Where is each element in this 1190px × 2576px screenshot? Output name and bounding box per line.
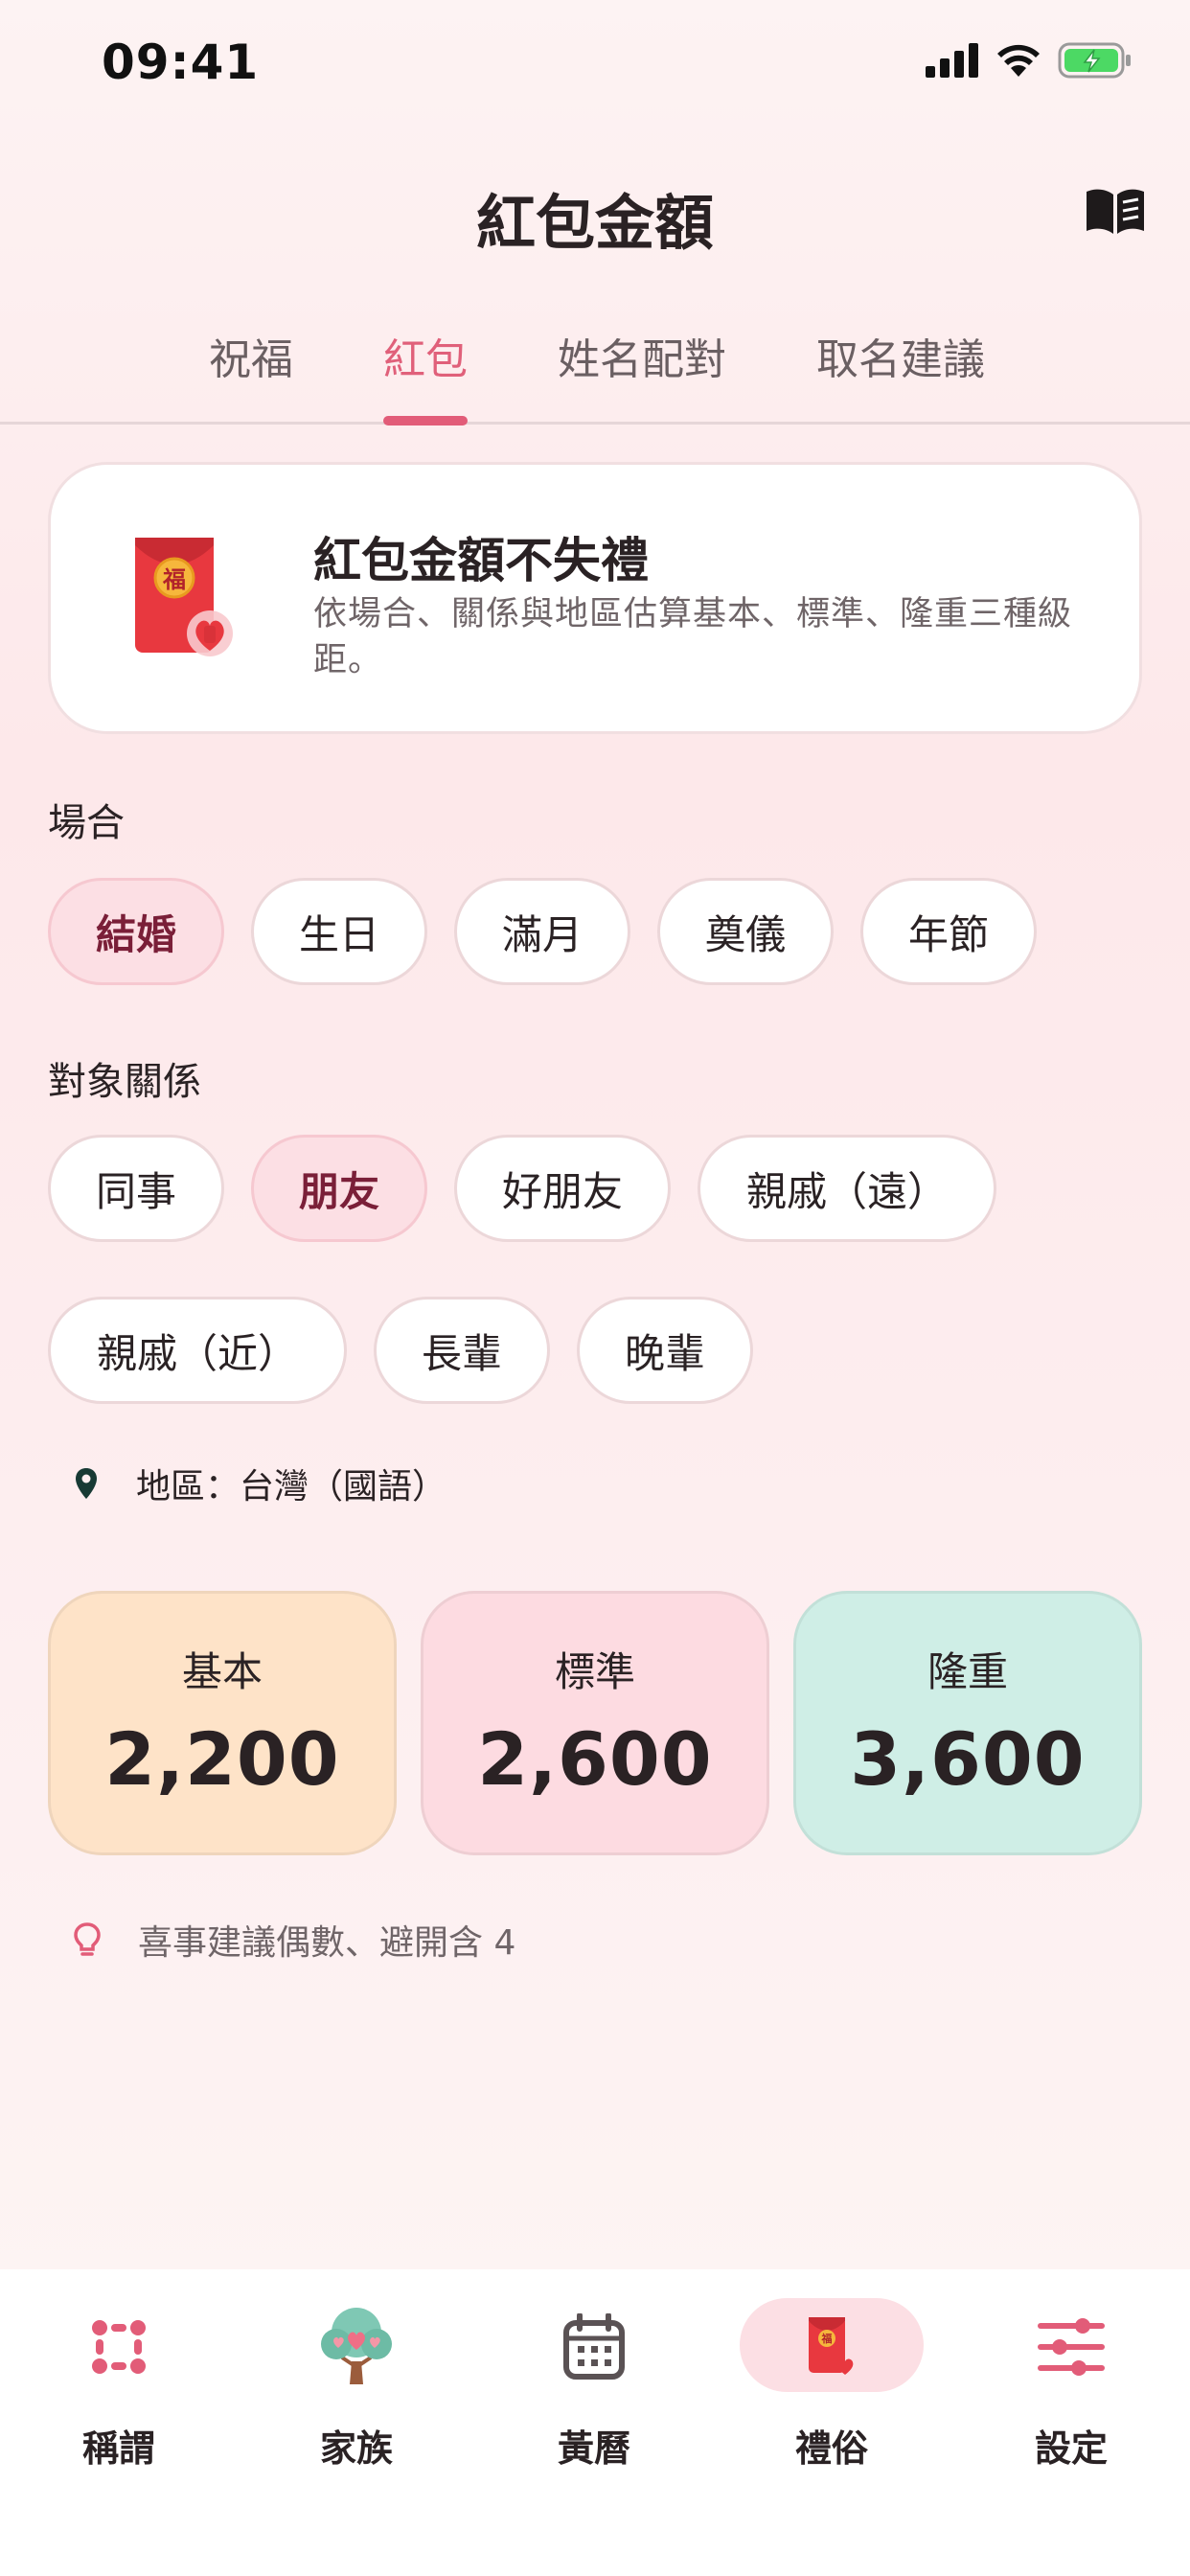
header: 紅包金額	[0, 153, 1190, 259]
guide-button[interactable]	[1077, 180, 1154, 243]
amount-label-grand: 隆重	[927, 1648, 1008, 1695]
red-envelope-illustration: 福	[126, 526, 298, 679]
relation-chip-good-friend[interactable]: 好朋友	[454, 1135, 671, 1242]
amount-value-standard: 2,600	[477, 1716, 713, 1802]
occasion-chip-new-year[interactable]: 年節	[860, 878, 1037, 985]
red-envelope-icon: 福	[789, 2304, 875, 2390]
sliders-icon	[1028, 2304, 1114, 2390]
amount-card-grand[interactable]: 隆重 3,600	[793, 1591, 1142, 1855]
grid-dots-icon	[76, 2304, 162, 2390]
cellular-signal-icon	[926, 43, 978, 78]
occasion-chip-funeral[interactable]: 奠儀	[657, 878, 834, 985]
calendar-icon	[551, 2304, 637, 2390]
relation-label: 對象關係	[48, 1060, 201, 1104]
region-text: 地區：台灣（國語）	[136, 1467, 447, 1506]
nav-item-customs[interactable]: 福 禮俗	[713, 2269, 950, 2576]
tip-text: 喜事建議偶數、避開含 4	[138, 1923, 516, 1963]
active-tab-indicator	[383, 416, 468, 426]
amount-label-basic: 基本	[181, 1648, 263, 1695]
amount-card-basic[interactable]: 基本 2,200	[48, 1591, 397, 1855]
book-icon	[1087, 189, 1144, 234]
tab-red-envelope[interactable]: 紅包	[383, 325, 468, 386]
status-bar: 09:41	[0, 0, 1190, 134]
tab-bar: 祝福 紅包 姓名配對 取名建議	[0, 311, 1190, 426]
occasion-label: 場合	[48, 801, 125, 845]
relation-chip-junior[interactable]: 晚輩	[577, 1297, 753, 1404]
intro-description: 依場合、關係與地區估算基本、標準、隆重三種級距。	[313, 595, 1073, 679]
nav-label-almanac: 黃曆	[557, 2427, 630, 2470]
nav-item-titles[interactable]: 稱謂	[0, 2269, 238, 2576]
lightbulb-icon	[74, 1922, 101, 1956]
occasion-chip-birthday[interactable]: 生日	[251, 878, 427, 985]
tab-name-suggestion[interactable]: 取名建議	[816, 325, 985, 386]
location-pin-icon	[76, 1468, 97, 1499]
occasion-chip-full-month[interactable]: 滿月	[454, 878, 630, 985]
relation-chip-distant-relative[interactable]: 親戚（遠）	[698, 1135, 996, 1242]
region-selector[interactable]: 地區：台灣（國語）	[73, 1455, 446, 1512]
nav-label-family: 家族	[319, 2427, 393, 2470]
tip: 喜事建議偶數、避開含 4	[73, 1911, 515, 1968]
nav-label-titles: 稱謂	[81, 2427, 155, 2470]
tab-name-match[interactable]: 姓名配對	[558, 325, 726, 386]
page-title: 紅包金額	[475, 188, 714, 258]
occasion-chip-wedding[interactable]: 結婚	[48, 878, 224, 985]
amount-value-basic: 2,200	[104, 1716, 340, 1802]
nav-item-family[interactable]: 家族	[238, 2269, 475, 2576]
relation-chip-close-relative[interactable]: 親戚（近）	[48, 1297, 347, 1404]
red-envelope-icon: 福	[135, 538, 233, 656]
amount-card-standard[interactable]: 標準 2,600	[421, 1591, 769, 1855]
status-time: 09:41	[102, 34, 260, 90]
intro-card: 福 紅包金額不失禮 依場合、關係與地區估算基本、標準、隆重三種級距。	[48, 462, 1142, 734]
bottom-nav: 稱謂 家族 黃曆 福 禮俗 設定	[0, 2269, 1190, 2576]
amount-value-grand: 3,600	[850, 1716, 1086, 1802]
relation-chip-colleague[interactable]: 同事	[48, 1135, 224, 1242]
nav-label-customs: 禮俗	[794, 2427, 868, 2470]
nav-item-settings[interactable]: 設定	[952, 2269, 1190, 2576]
nav-item-almanac[interactable]: 黃曆	[475, 2269, 713, 2576]
status-icons	[926, 42, 1133, 79]
nav-fortune-char: 福	[821, 2332, 833, 2345]
fortune-char: 福	[162, 566, 186, 593]
family-tree-icon	[313, 2304, 400, 2390]
tab-blessing[interactable]: 祝福	[209, 325, 293, 386]
relation-chip-friend[interactable]: 朋友	[251, 1135, 427, 1242]
battery-charging-icon	[1058, 42, 1131, 79]
relation-chip-elder[interactable]: 長輩	[374, 1297, 550, 1404]
nav-label-settings: 設定	[1034, 2427, 1108, 2470]
intro-title: 紅包金額不失禮	[313, 533, 649, 588]
wifi-icon	[997, 44, 1040, 77]
amount-label-standard: 標準	[554, 1648, 635, 1695]
